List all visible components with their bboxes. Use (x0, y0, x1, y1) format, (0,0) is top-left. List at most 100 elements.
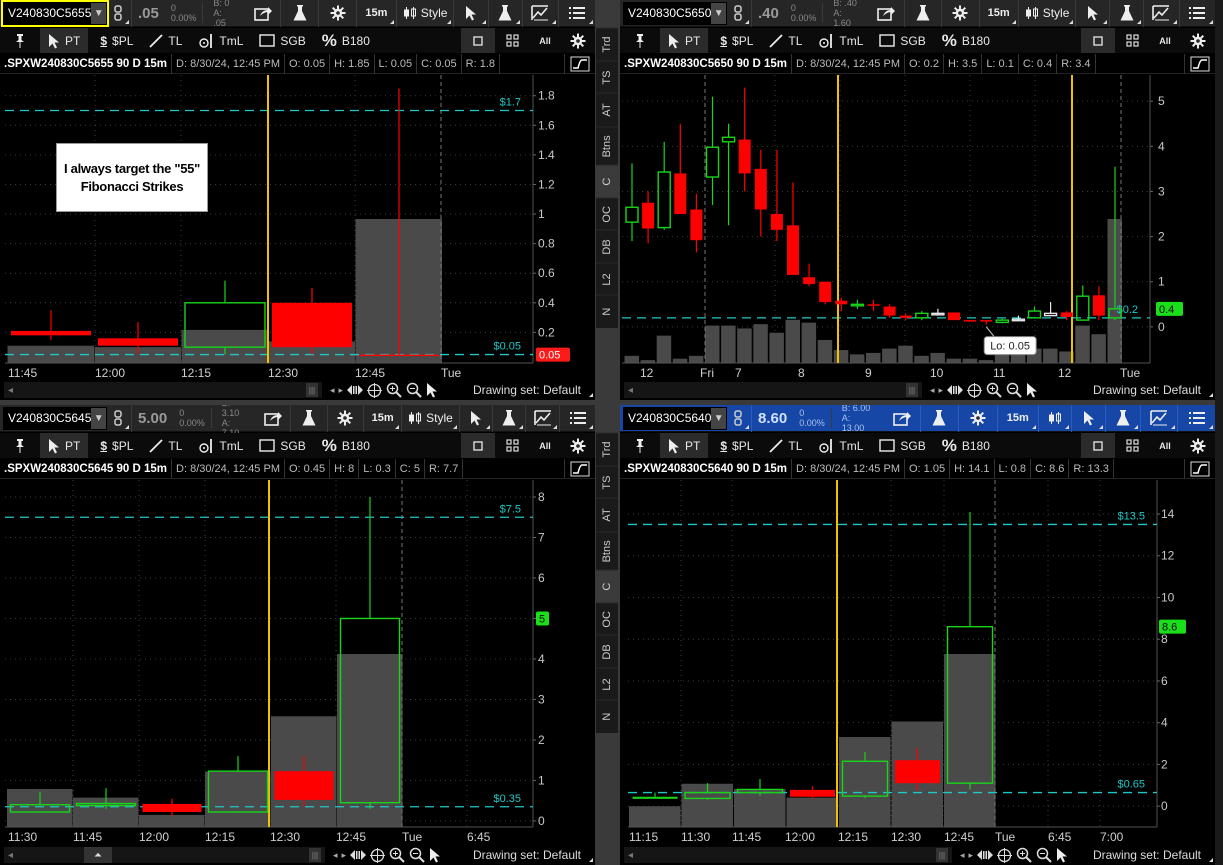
timeframe-selector[interactable]: 15m (357, 0, 397, 27)
sgb-tool[interactable]: SGB (251, 28, 313, 53)
trendline-tool[interactable]: TL (761, 28, 810, 53)
pan-icon[interactable] (347, 384, 364, 396)
side-tab[interactable]: Btns (596, 530, 618, 571)
side-tab[interactable]: Trd (596, 28, 618, 61)
symbol-input[interactable]: V240830C5655 (8, 6, 91, 20)
zoom-out-icon[interactable] (1006, 382, 1022, 398)
zoom-in-icon[interactable] (1016, 847, 1032, 863)
horizontal-scrollbar[interactable]: ◂ ||| ⏶ (4, 847, 325, 863)
pl-tool[interactable]: $ $PL (712, 433, 761, 458)
side-tab[interactable]: Btns (596, 125, 618, 166)
timeline-tool[interactable]: TmL (810, 28, 871, 53)
link-icon[interactable] (111, 0, 132, 27)
scrollbar-thumb[interactable]: ||| (936, 848, 948, 862)
crosshair-icon[interactable] (370, 847, 386, 863)
drawings-menu[interactable] (523, 0, 560, 27)
style-menu[interactable]: Style (402, 405, 460, 432)
timeframe-selector[interactable]: 15m (998, 405, 1039, 432)
settings-button[interactable] (942, 0, 980, 27)
menu-button[interactable] (1180, 0, 1215, 27)
all-button[interactable]: All (1149, 433, 1181, 458)
chart-settings-button[interactable] (561, 28, 595, 53)
pin-tool[interactable] (620, 28, 660, 53)
trendline-tool[interactable]: TL (761, 433, 810, 458)
horizontal-scrollbar[interactable]: ◂ ||| (4, 382, 322, 398)
crosshair-icon[interactable] (967, 382, 983, 398)
studies-button[interactable] (281, 0, 320, 27)
all-button[interactable]: All (529, 433, 561, 458)
pl-tool[interactable]: $ $PL (92, 433, 141, 458)
study-icon[interactable] (1185, 459, 1215, 479)
scrollbar-thumb[interactable]: ||| (309, 848, 321, 862)
settings-button[interactable] (959, 405, 998, 432)
b180-tool[interactable]: % B180 (314, 28, 378, 53)
study-icon[interactable] (565, 54, 595, 74)
zoom-in-icon[interactable] (389, 847, 405, 863)
scroll-left-button[interactable]: ◂ (930, 385, 935, 396)
cursor-menu[interactable] (1076, 0, 1111, 27)
drawings-menu[interactable] (1141, 405, 1179, 432)
crosshair-icon[interactable] (367, 382, 383, 398)
grid-layout-button[interactable] (1115, 433, 1149, 458)
b180-tool[interactable]: % B180 (934, 28, 998, 53)
drawing-set-selector[interactable]: Drawing set: Default (473, 383, 589, 397)
menu-button[interactable] (1178, 405, 1215, 432)
grid-layout-button[interactable] (495, 28, 529, 53)
cursor-icon[interactable] (426, 382, 438, 398)
single-layout-button[interactable] (461, 28, 495, 53)
trendline-tool[interactable]: TL (141, 433, 190, 458)
scroll-right-button[interactable]: ▸ (939, 385, 944, 396)
chevron-down-icon[interactable]: ▼ (711, 407, 726, 429)
cursor-menu[interactable] (460, 405, 493, 432)
studies-menu[interactable] (1110, 0, 1144, 27)
symbol-selector[interactable]: V240830C5645 ▼ (3, 406, 107, 430)
scrollbar-thumb[interactable]: ||| (306, 383, 318, 397)
study-icon[interactable] (565, 459, 595, 479)
side-tab[interactable]: TS (596, 60, 618, 94)
side-tab[interactable]: C (596, 165, 618, 198)
scrollbar-thumb[interactable]: ||| (906, 383, 918, 397)
pointer-tool[interactable]: PT (660, 433, 709, 458)
zoom-out-icon[interactable] (409, 847, 425, 863)
link-icon[interactable] (111, 405, 132, 432)
timeline-tool[interactable]: TmL (190, 433, 251, 458)
symbol-selector[interactable]: V240830C5655 ▼ (1, 0, 109, 27)
side-tab[interactable]: TS (596, 465, 618, 499)
side-tab[interactable]: Trd (596, 433, 618, 466)
symbol-input[interactable]: V240830C5640 (628, 411, 711, 425)
studies-button[interactable] (905, 0, 943, 27)
timeline-tool[interactable]: TmL (810, 433, 871, 458)
pan-icon[interactable] (977, 849, 994, 861)
single-layout-button[interactable] (1081, 28, 1115, 53)
scroll-left-button[interactable]: ◂ (330, 385, 335, 396)
menu-button[interactable] (559, 0, 595, 27)
scroll-right-button[interactable]: ▸ (339, 385, 344, 396)
b180-tool[interactable]: % B180 (934, 433, 998, 458)
side-tab[interactable]: AT (596, 498, 618, 531)
timeline-tool[interactable]: TmL (190, 28, 251, 53)
side-tab[interactable]: DB (596, 230, 618, 263)
share-button[interactable] (869, 0, 905, 27)
crosshair-icon[interactable] (997, 847, 1013, 863)
timeframe-selector[interactable]: 15m (364, 405, 403, 432)
pin-tool[interactable] (0, 28, 40, 53)
side-tab[interactable]: C (596, 570, 618, 603)
studies-menu[interactable] (493, 405, 526, 432)
pointer-tool[interactable]: PT (40, 433, 89, 458)
side-tab[interactable]: N (596, 295, 618, 329)
symbol-input[interactable]: V240830C5650 (628, 6, 711, 20)
pointer-tool[interactable]: PT (40, 28, 89, 53)
pl-tool[interactable]: $ $PL (712, 28, 761, 53)
chevron-down-icon[interactable]: ▼ (91, 2, 106, 24)
grid-layout-button[interactable] (1115, 28, 1149, 53)
link-icon[interactable] (731, 0, 752, 27)
drawing-set-selector[interactable]: Drawing set: Default (1093, 383, 1209, 397)
studies-menu[interactable] (1106, 405, 1142, 432)
zoom-out-icon[interactable] (406, 382, 422, 398)
style-menu[interactable]: Style (397, 0, 455, 27)
sgb-tool[interactable]: SGB (871, 28, 933, 53)
menu-button[interactable] (560, 405, 595, 432)
timeframe-selector[interactable]: 15m (980, 0, 1019, 27)
zoom-in-icon[interactable] (986, 382, 1002, 398)
pointer-tool[interactable]: PT (660, 28, 709, 53)
